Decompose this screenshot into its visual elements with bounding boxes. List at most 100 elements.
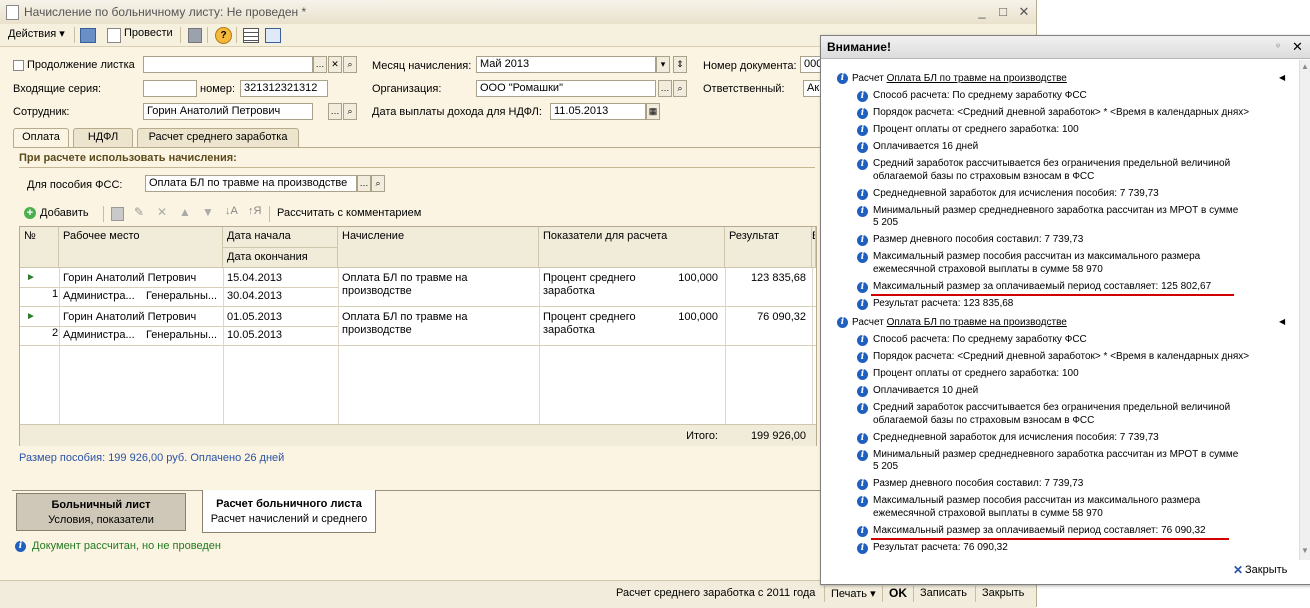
pin-icon[interactable]: ᵠ <box>1276 41 1280 51</box>
add-button[interactable]: Добавить <box>40 207 89 219</box>
list-view-icon[interactable] <box>243 28 259 43</box>
spin-icon[interactable]: ⇕ <box>673 56 687 73</box>
col-header-indicators[interactable]: Показатели для расчета <box>539 227 725 268</box>
scroll-down-icon[interactable]: ▼ <box>1301 546 1309 555</box>
col-header-workplace[interactable]: Рабочее место <box>59 227 223 268</box>
write-button[interactable]: Записать <box>920 587 967 599</box>
organization-input[interactable]: ООО "Ромашки" <box>476 80 656 97</box>
info-icon: i <box>837 73 848 84</box>
message-text: Способ расчета: По среднему заработку ФС… <box>873 334 1087 345</box>
print-menu[interactable]: Печать ▾ <box>831 587 876 600</box>
col-divider <box>338 268 339 424</box>
message-text: 5 205 <box>873 217 899 229</box>
message-text: Процент оплаты от среднего заработка: 10… <box>873 368 1079 380</box>
info-icon: i <box>857 542 868 554</box>
info-icon: i <box>857 235 868 247</box>
calendar-icon[interactable]: ▦ <box>646 103 660 120</box>
message-text: Среднедневной заработок для исчисления п… <box>873 431 1159 443</box>
select-button[interactable]: … <box>328 103 342 120</box>
highlight-underline <box>871 293 1234 296</box>
close-panel-icon[interactable]: ✕ <box>1292 39 1303 55</box>
tab-average-earnings[interactable]: Расчет среднего заработка <box>137 128 299 147</box>
indicator-cell-line2: заработка <box>543 285 595 297</box>
search-icon[interactable]: ⌕ <box>343 56 357 73</box>
collapse-icon[interactable]: ◀ <box>1279 317 1285 326</box>
accrual-link[interactable]: Оплата БЛ по травме на производстве <box>887 73 1067 84</box>
dropdown-arrow-icon[interactable]: ▾ <box>656 56 670 73</box>
delete-icon[interactable]: ✕ <box>157 205 167 219</box>
info-icon: i <box>857 125 868 137</box>
continuation-input[interactable] <box>143 56 313 73</box>
month-input[interactable]: Май 2013 <box>476 56 656 73</box>
col-header-start[interactable]: Дата начала <box>223 227 338 248</box>
settings-list-icon[interactable] <box>265 28 281 43</box>
col-header-end[interactable]: Дата окончания <box>223 248 338 268</box>
col-header-extra[interactable]: В <box>812 227 816 268</box>
collapse-icon[interactable]: ◀ <box>1279 73 1285 82</box>
search-icon[interactable]: ⌕ <box>673 80 687 97</box>
col-header-num[interactable]: № <box>20 227 59 268</box>
select-button[interactable]: … <box>658 80 672 97</box>
minimize-button[interactable]: _ <box>974 4 990 20</box>
scroll-up-icon[interactable]: ▲ <box>1301 62 1309 71</box>
sort-asc-icon[interactable]: ↓A <box>225 205 238 217</box>
actions-menu[interactable]: Действия ▾ <box>8 27 65 40</box>
messages-list: Расчет Оплата БЛ по травме на производст… <box>821 59 1310 559</box>
col-header-result[interactable]: Результат <box>725 227 812 268</box>
sort-desc-icon[interactable]: ↑Я <box>248 205 261 217</box>
select-button[interactable]: … <box>357 175 371 192</box>
series-input[interactable] <box>143 80 197 97</box>
close-button[interactable]: Закрыть <box>982 587 1024 599</box>
number-input[interactable]: 321312321312 <box>240 80 328 97</box>
toolbar-separator <box>103 206 104 222</box>
messages-panel: Внимание! ᵠ ✕ Расчет Оплата БЛ по травме… <box>820 35 1310 585</box>
select-button[interactable]: … <box>313 56 327 73</box>
row-number: 1 <box>52 288 58 300</box>
message-text: Порядок расчета: <Средний дневной зарабо… <box>873 351 1250 363</box>
toolbar-separator <box>74 27 75 43</box>
row-divider <box>20 287 338 288</box>
indicator-cell-line2: заработка <box>543 324 595 336</box>
tab-ndfl[interactable]: НДФЛ <box>73 128 133 147</box>
nav-panel-calculation[interactable]: Расчет больничного листа Расчет начислен… <box>202 490 376 533</box>
structure-icon[interactable] <box>188 28 202 43</box>
add-icon[interactable]: + <box>24 207 36 219</box>
calc-with-comment-button[interactable]: Рассчитать с комментарием <box>277 207 421 219</box>
move-up-icon[interactable]: ▲ <box>179 205 191 219</box>
move-down-icon[interactable]: ▼ <box>202 205 214 219</box>
accrual-link[interactable]: Оплата БЛ по травме на производстве <box>887 317 1067 328</box>
section-title: При расчете использовать начисления: <box>19 152 237 164</box>
tab-payment[interactable]: Оплата <box>13 128 69 148</box>
info-icon: i <box>857 432 868 444</box>
edit-icon[interactable]: ✎ <box>134 205 144 219</box>
responsible-input[interactable]: Ак <box>803 80 820 97</box>
search-icon[interactable]: ⌕ <box>371 175 385 192</box>
clear-icon[interactable]: ✕ <box>328 56 342 73</box>
fss-input[interactable]: Оплата БЛ по травме на производстве <box>145 175 357 192</box>
col-header-accrual[interactable]: Начисление <box>338 227 539 268</box>
back-icon[interactable] <box>80 28 96 43</box>
nav-panel-sick-leave[interactable]: Больничный лист Условия, показатели <box>16 493 186 531</box>
close-window-button[interactable]: ✕ <box>1016 4 1032 20</box>
message-text: Средний заработок рассчитывается без огр… <box>873 402 1231 414</box>
help-icon[interactable]: ? <box>215 27 232 44</box>
employee-input[interactable]: Горин Анатолий Петрович <box>143 103 313 120</box>
maximize-button[interactable]: □ <box>995 4 1011 20</box>
close-messages-button[interactable]: Закрыть <box>1245 564 1287 576</box>
close-messages-icon[interactable]: ✕ <box>1233 563 1243 577</box>
copy-icon[interactable] <box>111 207 124 221</box>
pay-date-input[interactable]: 11.05.2013 <box>550 103 646 120</box>
continuation-checkbox[interactable] <box>13 60 24 71</box>
continuation-label: Продолжение листка <box>27 59 135 71</box>
result-cell: 123 835,68 <box>750 272 806 284</box>
post-button[interactable]: Провести <box>124 27 173 39</box>
messages-scrollbar[interactable]: ▲ ▼ <box>1299 60 1310 560</box>
info-icon: i <box>857 496 868 508</box>
ok-button[interactable]: OK <box>889 586 907 600</box>
indicator-value: 100,000 <box>678 311 718 323</box>
search-icon[interactable]: ⌕ <box>343 103 357 120</box>
avg-calc-link[interactable]: Расчет среднего заработка с 2011 года <box>616 587 815 599</box>
info-icon: i <box>857 352 868 364</box>
toolbar-separator <box>882 586 883 602</box>
doc-number-input[interactable]: 000 <box>800 56 820 73</box>
